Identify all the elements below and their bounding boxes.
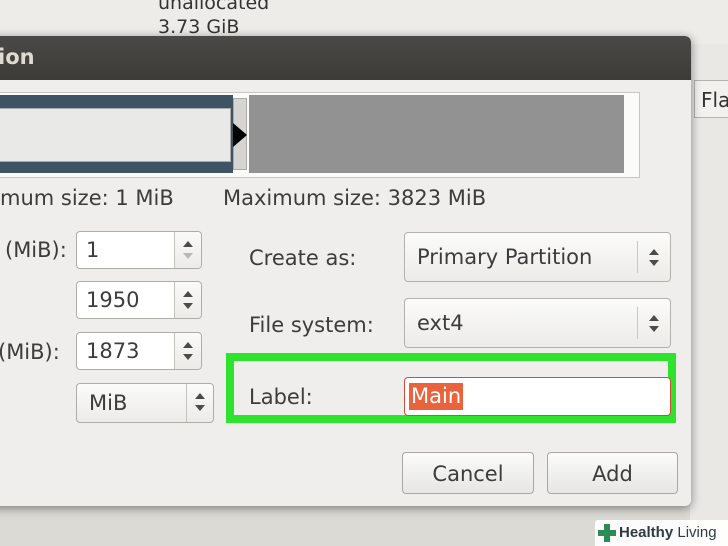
column-header-flags[interactable]: Fla <box>694 80 728 118</box>
create-as-label: Create as: <box>249 246 357 270</box>
free-space-before-label: (MiB): <box>5 238 67 262</box>
spin-buttons[interactable] <box>174 232 201 268</box>
chevron-down-icon <box>195 405 205 411</box>
watermark-bold: Healthy <box>619 524 674 541</box>
label-input-selected-text: Main <box>409 383 464 410</box>
create-partition-dialog: tion mum size: 1 MiB Maximum size: 3823 … <box>0 36 691 506</box>
partition-list-area <box>690 44 728 546</box>
file-system-combo[interactable]: ext4 <box>404 298 671 348</box>
new-partition-block[interactable] <box>0 95 233 173</box>
label-label: Label: <box>249 385 313 409</box>
chevron-down-icon <box>649 326 659 332</box>
unit-value: MiB <box>89 391 128 415</box>
free-space-before-value: 1 <box>86 238 100 262</box>
plus-cross-icon <box>598 524 616 542</box>
combo-separator <box>637 241 638 273</box>
spin-buttons[interactable] <box>174 282 201 318</box>
new-size-spin[interactable]: 1950 <box>76 281 202 319</box>
spin-up-icon[interactable] <box>183 241 193 247</box>
dialog-titlebar[interactable]: tion <box>0 36 691 80</box>
file-system-value: ext4 <box>417 311 464 335</box>
chevron-up-icon <box>649 315 659 321</box>
combo-separator <box>637 307 638 339</box>
create-as-combo[interactable]: Primary Partition <box>404 232 671 282</box>
maximum-size-label: Maximum size: 3823 MiB <box>223 186 487 210</box>
unit-combo[interactable]: MiB <box>76 383 214 423</box>
watermark-text: Healthy Living <box>619 523 717 543</box>
spin-down-icon[interactable] <box>183 303 193 309</box>
add-button[interactable]: Add <box>547 452 678 494</box>
spin-up-icon[interactable] <box>183 291 193 297</box>
free-space-after-value: 1873 <box>86 339 140 363</box>
spin-down-icon[interactable] <box>183 253 193 259</box>
free-space-before-spin[interactable]: 1 <box>76 231 202 269</box>
watermark-rest: Living <box>673 524 717 541</box>
chevron-up-icon <box>195 393 205 399</box>
free-space-block <box>249 95 624 173</box>
watermark-badge: Healthy Living <box>595 520 728 546</box>
combo-arrows[interactable] <box>186 384 213 422</box>
partition-graphic[interactable] <box>0 92 640 178</box>
free-space-after-spin[interactable]: 1873 <box>76 332 202 370</box>
new-size-value: 1950 <box>86 288 140 312</box>
new-partition-fill <box>0 108 231 162</box>
label-input[interactable]: Main <box>404 377 671 416</box>
spin-up-icon[interactable] <box>183 342 193 348</box>
spin-down-icon[interactable] <box>183 354 193 360</box>
file-system-label: File system: <box>249 313 374 337</box>
cancel-button[interactable]: Cancel <box>402 452 534 494</box>
free-space-after-label: (MiB): <box>0 340 60 364</box>
chevron-down-icon <box>649 260 659 266</box>
arrow-right-icon <box>233 123 247 147</box>
dialog-title: tion <box>0 45 35 69</box>
create-as-value: Primary Partition <box>417 245 593 269</box>
spin-buttons[interactable] <box>174 333 201 369</box>
minimum-size-label: mum size: 1 MiB <box>0 186 174 210</box>
chevron-up-icon <box>649 249 659 255</box>
